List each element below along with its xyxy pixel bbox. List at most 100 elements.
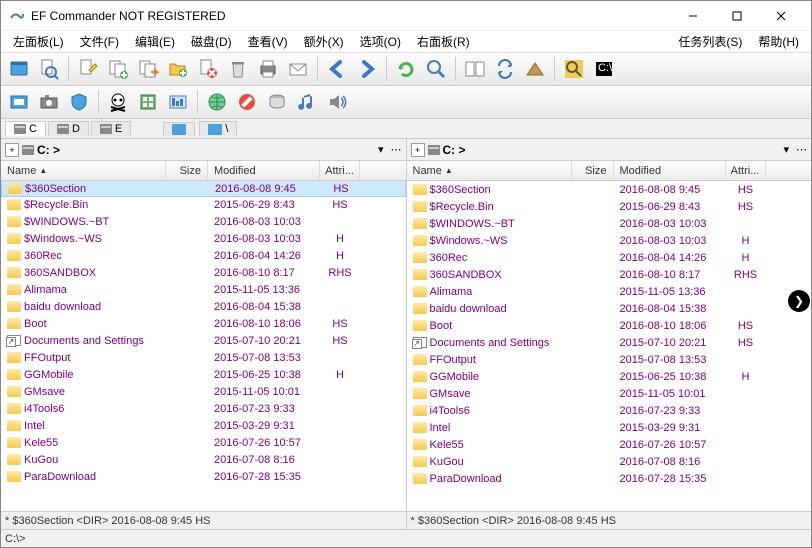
col-attr[interactable]: Attri... — [320, 161, 360, 180]
options-icon[interactable]: ⋯ — [796, 143, 807, 156]
move-icon[interactable] — [134, 55, 162, 83]
table-row[interactable]: $WINDOWS.~BT2016-08-03 10:03 — [1, 213, 406, 230]
menu-file[interactable]: 文件(F) — [72, 31, 127, 52]
refresh-icon[interactable] — [392, 55, 420, 83]
menu-help[interactable]: 帮助(H) — [750, 31, 807, 52]
table-row[interactable]: Kele552016-07-26 10:57 — [407, 436, 812, 453]
table-row[interactable]: $360Section2016-08-08 9:45HS — [1, 181, 406, 197]
camera-icon[interactable] — [35, 88, 63, 116]
table-row[interactable]: $Windows.~WS2016-08-03 10:03H — [407, 232, 812, 249]
close-button[interactable] — [759, 2, 803, 30]
table-row[interactable]: Boot2016-08-10 18:06HS — [407, 317, 812, 334]
col-modified[interactable]: Modified — [208, 161, 320, 180]
table-row[interactable]: 360Rec2016-08-04 14:26H — [1, 247, 406, 264]
menu-extra[interactable]: 额外(X) — [296, 31, 352, 52]
options-icon[interactable]: ⋯ — [391, 143, 402, 156]
drive-tab-blank[interactable] — [163, 122, 195, 136]
side-arrow-button[interactable]: ❯ — [788, 290, 810, 312]
table-row[interactable]: KuGou2016-07-08 8:16 — [1, 451, 406, 468]
drive-tab-c[interactable]: C — [5, 121, 46, 136]
table-row[interactable]: Intel2015-03-29 9:31 — [1, 417, 406, 434]
drive-tab-e[interactable]: E — [91, 121, 131, 136]
compress-icon[interactable] — [521, 55, 549, 83]
table-row[interactable]: ParaDownload2016-07-28 15:35 — [407, 470, 812, 487]
dropdown-icon[interactable]: ▾ — [378, 143, 384, 156]
table-row[interactable]: $Recycle.Bin2015-06-29 8:43HS — [407, 198, 812, 215]
menu-disk[interactable]: 磁盘(D) — [183, 31, 240, 52]
col-attr[interactable]: Attri... — [726, 161, 766, 180]
delete-icon[interactable] — [194, 55, 222, 83]
left-list-body[interactable]: $360Section2016-08-08 9:45HS$Recycle.Bin… — [1, 181, 406, 511]
table-row[interactable]: Boot2016-08-10 18:06HS — [1, 315, 406, 332]
table-row[interactable]: $WINDOWS.~BT2016-08-03 10:03 — [407, 215, 812, 232]
registry-icon[interactable] — [134, 88, 162, 116]
command-bar[interactable]: C:\> — [1, 529, 811, 547]
table-row[interactable]: GMsave2015-11-05 10:01 — [407, 385, 812, 402]
col-name[interactable]: Name▲ — [1, 161, 166, 180]
forward-icon[interactable] — [353, 55, 381, 83]
table-row[interactable]: Documents and Settings2015-07-10 20:21HS — [407, 334, 812, 351]
drive-tab-root[interactable]: \ — [199, 121, 237, 136]
block-icon[interactable] — [233, 88, 261, 116]
table-row[interactable]: i4Tools62016-07-23 9:33 — [1, 400, 406, 417]
drive-tab-d[interactable]: D — [48, 121, 89, 136]
col-size[interactable]: Size — [572, 161, 614, 180]
table-row[interactable]: GGMobile2015-06-25 10:38H — [1, 366, 406, 383]
menu-left-panel[interactable]: 左面板(L) — [5, 31, 72, 52]
print-icon[interactable] — [254, 55, 282, 83]
table-row[interactable]: FFOutput2015-07-08 13:53 — [407, 351, 812, 368]
table-row[interactable]: Documents and Settings2015-07-10 20:21HS — [1, 332, 406, 349]
table-row[interactable]: Alimama2015-11-05 13:36 — [407, 283, 812, 300]
find-icon[interactable] — [560, 55, 588, 83]
expand-button[interactable]: + — [5, 143, 19, 157]
screenshot-icon[interactable] — [5, 88, 33, 116]
process-icon[interactable] — [164, 88, 192, 116]
table-row[interactable]: 360SANDBOX2016-08-10 8:17RHS — [1, 264, 406, 281]
table-row[interactable]: $Recycle.Bin2015-06-29 8:43HS — [1, 196, 406, 213]
table-row[interactable]: i4Tools62016-07-23 9:33 — [407, 402, 812, 419]
music-icon[interactable] — [293, 88, 321, 116]
table-row[interactable]: GMsave2015-11-05 10:01 — [1, 383, 406, 400]
table-row[interactable]: 360Rec2016-08-04 14:26H — [407, 249, 812, 266]
back-icon[interactable] — [323, 55, 351, 83]
dropdown-icon[interactable]: ▾ — [783, 143, 789, 156]
table-row[interactable]: Alimama2015-11-05 13:36 — [1, 281, 406, 298]
view-icon[interactable] — [35, 55, 63, 83]
new-folder-icon[interactable] — [164, 55, 192, 83]
menu-view[interactable]: 查看(V) — [240, 31, 296, 52]
sound-icon[interactable] — [323, 88, 351, 116]
table-row[interactable]: KuGou2016-07-08 8:16 — [407, 453, 812, 470]
skull-icon[interactable] — [104, 88, 132, 116]
table-row[interactable]: Intel2015-03-29 9:31 — [407, 419, 812, 436]
col-modified[interactable]: Modified — [614, 161, 726, 180]
table-row[interactable]: FFOutput2015-07-08 13:53 — [1, 349, 406, 366]
right-list-body[interactable]: $360Section2016-08-08 9:45HS$Recycle.Bin… — [407, 181, 812, 511]
col-name[interactable]: Name▲ — [407, 161, 572, 180]
table-row[interactable]: 360SANDBOX2016-08-10 8:17RHS — [407, 266, 812, 283]
minimize-button[interactable] — [671, 2, 715, 30]
table-row[interactable]: $Windows.~WS2016-08-03 10:03H — [1, 230, 406, 247]
network-icon[interactable] — [203, 88, 231, 116]
expand-button[interactable]: + — [411, 143, 425, 157]
terminal-icon[interactable]: C:\ — [590, 55, 618, 83]
maximize-button[interactable] — [715, 2, 759, 30]
split-icon[interactable] — [461, 55, 489, 83]
new-window-icon[interactable] — [5, 55, 33, 83]
mail-icon[interactable] — [284, 55, 312, 83]
disk-icon[interactable] — [263, 88, 291, 116]
table-row[interactable]: baidu download2016-08-04 15:38 — [1, 298, 406, 315]
table-row[interactable]: ParaDownload2016-07-28 15:35 — [1, 468, 406, 485]
copy-icon[interactable] — [104, 55, 132, 83]
menu-task-list[interactable]: 任务列表(S) — [670, 31, 750, 52]
menu-right-panel[interactable]: 右面板(R) — [409, 31, 478, 52]
table-row[interactable]: Kele552016-07-26 10:57 — [1, 434, 406, 451]
sync-icon[interactable] — [491, 55, 519, 83]
recycle-bin-icon[interactable] — [224, 55, 252, 83]
edit-icon[interactable] — [74, 55, 102, 83]
security-icon[interactable] — [65, 88, 93, 116]
col-size[interactable]: Size — [166, 161, 208, 180]
table-row[interactable]: GGMobile2015-06-25 10:38H — [407, 368, 812, 385]
menu-edit[interactable]: 编辑(E) — [127, 31, 183, 52]
menu-options[interactable]: 选项(O) — [352, 31, 409, 52]
search-icon[interactable] — [422, 55, 450, 83]
